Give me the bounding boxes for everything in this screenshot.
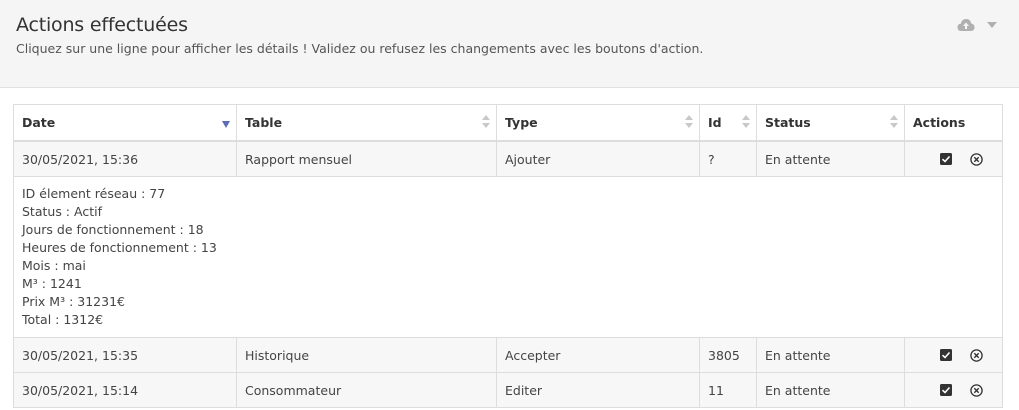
detail-line: Heures de fonctionnement : 13: [22, 240, 217, 255]
detail-line: Prix M³ : 31231€: [22, 294, 125, 309]
circle-x-icon[interactable]: [970, 152, 983, 166]
sort-descending-icon: [222, 121, 230, 128]
column-header-actions: Actions: [904, 104, 1003, 142]
cell-date: 30/05/2021, 15:14: [13, 372, 237, 408]
cell-type: Editer: [496, 372, 700, 408]
page-title: Actions effectuées: [16, 14, 188, 36]
column-header-id[interactable]: Id: [699, 104, 757, 142]
cell-date: 30/05/2021, 15:36: [13, 140, 237, 177]
cell-id: 11: [699, 372, 757, 408]
page-header: Actions effectuées Cliquez sur une ligne…: [0, 0, 1019, 88]
column-header-type[interactable]: Type: [496, 104, 700, 142]
table-row[interactable]: 30/05/2021, 15:36 Rapport mensuel Ajoute…: [13, 140, 1003, 177]
column-label: Date: [22, 115, 56, 130]
detail-line: Status : Actif: [22, 204, 102, 219]
actions-table: Date Table Type Id Status Actions 30/05/…: [13, 104, 1003, 408]
detail-line: Jours de fonctionnement : 18: [22, 222, 204, 237]
checkbox-checked-icon[interactable]: [940, 349, 952, 361]
cell-table: Consommateur: [236, 372, 497, 408]
table-header-row: Date Table Type Id Status Actions: [13, 104, 1003, 142]
cell-id: 3805: [699, 337, 757, 373]
column-header-table[interactable]: Table: [236, 104, 497, 142]
column-label: Table: [245, 115, 283, 130]
sort-icon: [742, 115, 750, 129]
cell-type: Accepter: [496, 337, 700, 373]
cell-type: Ajouter: [496, 140, 700, 177]
detail-row: ID élement réseau : 77 Status : Actif Jo…: [13, 176, 1003, 338]
column-label: Id: [708, 115, 722, 130]
detail-line: ID élement réseau : 77: [22, 186, 166, 201]
cell-status: En attente: [756, 372, 905, 408]
cell-date: 30/05/2021, 15:35: [13, 337, 237, 373]
column-header-date[interactable]: Date: [13, 104, 237, 142]
cell-actions: [904, 372, 1003, 408]
cell-status: En attente: [756, 140, 905, 177]
sort-icon: [890, 115, 898, 129]
page-subtitle: Cliquez sur une ligne pour afficher les …: [16, 41, 704, 56]
column-label: Type: [505, 115, 538, 130]
circle-x-icon[interactable]: [970, 348, 983, 362]
cloud-upload-icon[interactable]: [957, 18, 975, 32]
cell-status: En attente: [756, 337, 905, 373]
column-header-status[interactable]: Status: [756, 104, 905, 142]
table-row[interactable]: 30/05/2021, 15:14 Consommateur Editer 11…: [13, 372, 1003, 408]
cell-id: ?: [699, 140, 757, 177]
detail-line: M³ : 1241: [22, 276, 82, 291]
sort-icon: [685, 115, 693, 129]
detail-cell: ID élement réseau : 77 Status : Actif Jo…: [13, 176, 1003, 338]
circle-x-icon[interactable]: [970, 383, 983, 397]
detail-line: Total : 1312€: [22, 312, 104, 327]
column-label: Actions: [913, 115, 966, 130]
cell-actions: [904, 337, 1003, 373]
detail-line: Mois : mai: [22, 258, 86, 273]
header-controls: [957, 18, 997, 32]
checkbox-checked-icon[interactable]: [940, 153, 952, 165]
cell-actions: [904, 140, 1003, 177]
checkbox-checked-icon[interactable]: [940, 384, 952, 396]
caret-down-icon[interactable]: [987, 22, 997, 28]
cell-table: Rapport mensuel: [236, 140, 497, 177]
cell-table: Historique: [236, 337, 497, 373]
column-label: Status: [765, 115, 811, 130]
table-row[interactable]: 30/05/2021, 15:35 Historique Accepter 38…: [13, 337, 1003, 373]
sort-icon: [482, 115, 490, 129]
